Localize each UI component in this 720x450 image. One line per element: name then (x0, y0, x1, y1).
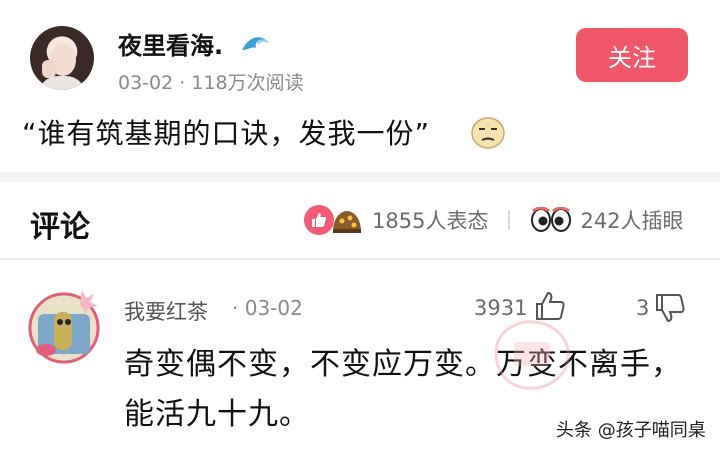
watermark-stamp-icon (494, 320, 570, 390)
reaction-separator (508, 210, 511, 230)
commenter-avatar[interactable] (24, 284, 104, 364)
post-text: “谁有筑基期的口诀，发我一份” (22, 117, 431, 150)
meta-separator: · (179, 72, 186, 94)
user-avatar[interactable] (30, 26, 94, 90)
post-card: 夜里看海. 03-02 · 118万次阅读 关注 “谁有筑基期的口诀，发我一份” (0, 0, 720, 172)
section-divider (0, 172, 720, 182)
reaction-icons (304, 205, 364, 235)
avatar-shirt (38, 76, 86, 90)
post-read-count: 118万次阅读 (191, 72, 304, 94)
comment-time: · 03-02 (232, 296, 303, 320)
reaction-count: 1855人表态 (372, 209, 489, 233)
post-username[interactable]: 夜里看海. (118, 26, 223, 61)
watch-count: 242人插眼 (580, 209, 684, 233)
comment-dislike-count: 3 (636, 296, 650, 320)
reactions-bar[interactable]: 1855人表态 242人插眼 (304, 202, 684, 238)
eyes-icon (531, 207, 572, 232)
thumbs-down-icon[interactable] (654, 292, 688, 324)
wave-icon (242, 37, 269, 50)
commenter-name[interactable]: 我要红茶 (124, 296, 208, 326)
watermark: 头条 @孩子喵同桌 (556, 420, 706, 441)
cake-reaction-icon (333, 211, 361, 233)
post-meta: 03-02 · 118万次阅读 (118, 68, 304, 95)
comments-title: 评论 (30, 210, 90, 245)
follow-button[interactable]: 关注 (576, 28, 688, 82)
post-date: 03-02 (118, 72, 174, 94)
awkward-face-icon (471, 117, 505, 149)
comments-header: 评论 1855人表态 242人插眼 (0, 182, 720, 258)
